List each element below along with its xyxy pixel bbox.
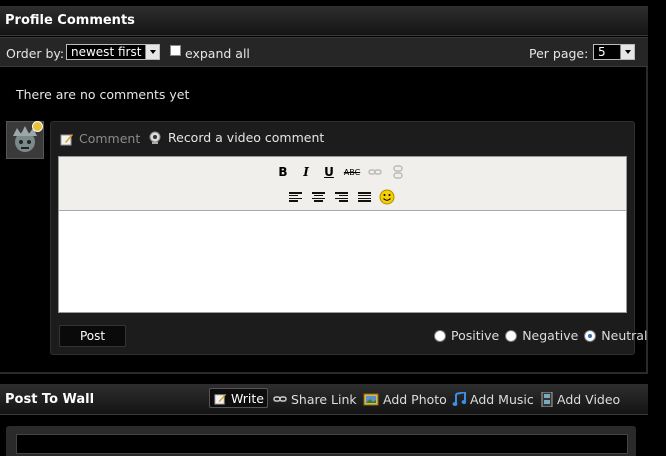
wall-tab-add-photo-label: Add Photo (383, 391, 447, 407)
align-right-icon (334, 192, 348, 202)
link-icon (368, 169, 382, 175)
bold-button[interactable]: B (274, 163, 292, 181)
wall-tab-share-link-label: Share Link (291, 391, 357, 407)
tab-comment[interactable]: Comment (60, 131, 140, 146)
wall-tab-add-video[interactable]: Add Video (541, 389, 620, 409)
wall-tab-add-music-label: Add Music (470, 391, 534, 407)
panel-border-bottom (0, 372, 648, 374)
link-button[interactable] (366, 163, 384, 181)
rating-negative-radio[interactable] (505, 329, 518, 342)
smiley-icon (379, 189, 395, 205)
tab-video-comment[interactable]: Record a video comment (148, 130, 324, 145)
order-by-value: newest first (71, 45, 142, 59)
per-page-value: 5 (598, 45, 606, 59)
chevron-down-icon (620, 45, 634, 59)
strikethrough-button[interactable]: ABC (343, 163, 361, 181)
pencil-icon (60, 133, 73, 145)
wall-tab-share-link[interactable]: Share Link (273, 389, 357, 409)
pencil-icon (214, 393, 227, 405)
post-button-label: Post (79, 329, 106, 343)
photo-icon (363, 393, 379, 405)
music-note-icon (452, 391, 466, 406)
per-page-label: Per page: (529, 46, 589, 61)
rating-positive-radio[interactable] (434, 329, 446, 342)
align-row (286, 188, 396, 206)
format-row: B I U ABC (274, 163, 407, 181)
wall-tab-write-label: Write (231, 390, 265, 406)
order-by-label: Order by: (6, 46, 65, 61)
bold-label: B (278, 165, 288, 179)
expand-all-label: expand all (185, 46, 250, 61)
post-button[interactable]: Post (59, 325, 126, 347)
no-comments-message: There are no comments yet (16, 87, 190, 102)
unlink-icon (393, 165, 403, 179)
underline-label: U (324, 165, 334, 179)
comments-options-bar: Order by: newest first expand all Per pa… (0, 37, 648, 67)
rating-negative-label: Negative (522, 328, 579, 343)
wall-textarea[interactable] (16, 434, 628, 454)
wall-tab-add-video-label: Add Video (557, 391, 621, 407)
rating-positive-label: Positive (451, 328, 500, 343)
align-center-icon (311, 192, 325, 202)
webcam-icon (149, 131, 161, 144)
align-center-button[interactable] (309, 188, 327, 206)
underline-button[interactable]: U (320, 163, 338, 181)
expand-all-checkbox[interactable] (170, 45, 181, 56)
rating-group: Positive Negative Neutral (434, 328, 647, 343)
tab-comment-label: Comment (79, 131, 141, 146)
italic-button[interactable]: I (297, 163, 315, 181)
emoticon-button[interactable] (378, 188, 396, 206)
tab-video-label: Record a video comment (168, 130, 325, 145)
align-left-button[interactable] (286, 188, 304, 206)
link-icon (273, 396, 287, 402)
online-badge-icon (32, 121, 43, 132)
justify-icon (357, 192, 371, 202)
rating-neutral-radio[interactable] (584, 329, 597, 342)
per-page-select[interactable]: 5 (593, 44, 635, 60)
align-right-button[interactable] (332, 188, 350, 206)
film-strip-icon (541, 391, 553, 407)
rating-neutral-label: Neutral (601, 328, 648, 343)
wall-tab-add-music[interactable]: Add Music (452, 389, 534, 409)
profile-comments-header: Profile Comments (0, 6, 648, 36)
justify-button[interactable] (355, 188, 373, 206)
wall-tab-write[interactable]: Write (209, 388, 269, 408)
italic-label: I (303, 165, 309, 179)
editor-toolbar: B I U ABC (59, 157, 626, 211)
order-by-select[interactable]: newest first (66, 44, 160, 60)
wall-title: Post To Wall (5, 392, 95, 407)
page-title: Profile Comments (5, 13, 135, 28)
comment-textarea[interactable] (59, 212, 626, 312)
unlink-button[interactable] (389, 163, 407, 181)
strikethrough-label: ABC (343, 167, 361, 177)
wall-tab-add-photo[interactable]: Add Photo (363, 389, 447, 409)
align-left-icon (288, 192, 302, 202)
chevron-down-icon (145, 45, 159, 59)
post-to-wall-header: Post To Wall Write Share Link Add Photo … (0, 384, 648, 415)
